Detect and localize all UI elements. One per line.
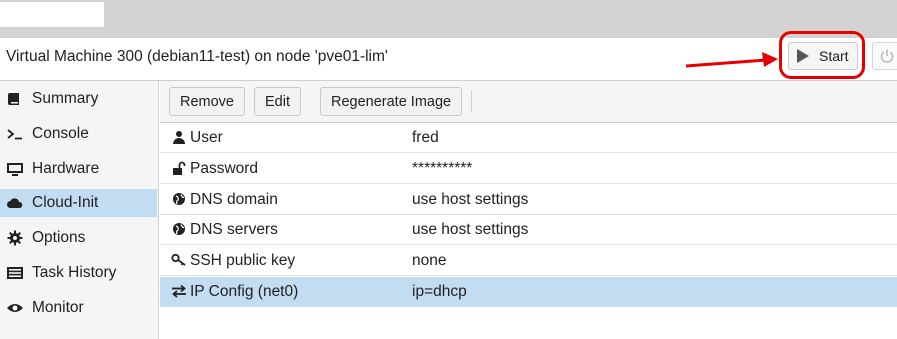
key-icon (171, 252, 187, 268)
table-row[interactable]: DNS domain use host settings (160, 185, 897, 215)
table-row[interactable]: SSH public key none (160, 246, 897, 276)
sidebar-item-summary[interactable]: Summary (0, 85, 157, 113)
power-icon (880, 49, 894, 63)
table-row[interactable]: User fred (160, 123, 897, 153)
sidebar-item-task-history[interactable]: Task History (0, 259, 157, 287)
row-key: User (190, 129, 223, 146)
remove-button[interactable]: Remove (169, 87, 245, 116)
regenerate-image-button[interactable]: Regenerate Image (320, 87, 463, 116)
shutdown-button[interactable] (872, 42, 897, 70)
page-title: Virtual Machine 300 (debian11-test) on n… (6, 48, 388, 65)
row-value: ip=dhcp (412, 283, 467, 300)
terminal-icon (6, 125, 24, 143)
sidebar-item-options[interactable]: Options (0, 224, 157, 252)
exchange-icon (171, 283, 187, 299)
sidebar-item-label: Task History (32, 264, 117, 281)
gear-icon (6, 229, 24, 247)
eye-icon (6, 299, 24, 317)
row-value: use host settings (412, 191, 529, 208)
row-key: IP Config (net0) (190, 283, 299, 300)
sidebar-item-label: Monitor (32, 299, 84, 316)
user-icon (171, 129, 187, 145)
sidebar-item-label: Cloud-Init (32, 194, 99, 211)
globe-icon (171, 221, 187, 237)
sidebar-item-label: Options (32, 229, 86, 246)
table-row[interactable]: IP Config (net0) ip=dhcp (160, 277, 897, 307)
top-bar (0, 0, 897, 38)
monitor-icon (6, 160, 24, 178)
edit-button[interactable]: Edit (254, 87, 301, 116)
row-value: fred (412, 129, 439, 146)
sidebar-item-label: Hardware (32, 160, 100, 177)
sidebar-item-monitor[interactable]: Monitor (0, 294, 157, 322)
row-key: DNS domain (190, 191, 278, 208)
toolbar: Remove Edit Regenerate Image (160, 81, 897, 123)
table-row[interactable]: Password ********** (160, 154, 897, 184)
table-row[interactable]: DNS servers use host settings (160, 215, 897, 245)
row-value: none (412, 252, 447, 269)
globe-icon (171, 191, 187, 207)
row-value: ********** (412, 160, 473, 177)
book-icon (6, 90, 24, 108)
row-key: SSH public key (190, 252, 296, 269)
sidebar-item-console[interactable]: Console (0, 120, 157, 148)
row-key: DNS servers (190, 221, 278, 238)
sidebar: Summary Console Hardware Cloud-Init Opti… (0, 81, 159, 339)
row-value: use host settings (412, 221, 529, 238)
unlock-icon (171, 160, 187, 176)
toolbar-separator (471, 90, 472, 112)
list-icon (6, 264, 24, 282)
sidebar-item-label: Summary (32, 90, 99, 107)
annotation-arrow-icon (685, 52, 778, 68)
annotation-highlight-ring (779, 31, 865, 79)
cloud-icon (6, 194, 24, 212)
row-key: Password (190, 160, 259, 177)
sidebar-item-label: Console (32, 125, 89, 142)
sidebar-item-cloud-init[interactable]: Cloud-Init (0, 189, 157, 217)
sidebar-item-hardware[interactable]: Hardware (0, 155, 157, 183)
search-field[interactable] (0, 2, 104, 27)
